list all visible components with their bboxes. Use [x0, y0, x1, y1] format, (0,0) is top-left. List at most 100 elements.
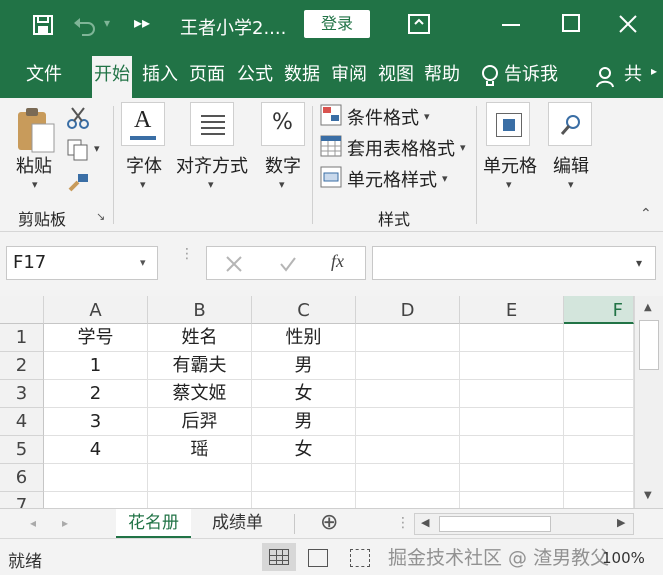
tab-home[interactable]: 开始 — [92, 56, 132, 98]
vertical-scrollbar[interactable]: ▲ ▼ — [634, 296, 663, 508]
cell-b7[interactable] — [148, 492, 252, 508]
cell-e4[interactable] — [460, 408, 564, 436]
tab-insert[interactable]: 插入 — [142, 62, 178, 98]
page-layout-view-icon[interactable] — [308, 549, 328, 567]
cell-e5[interactable] — [460, 436, 564, 464]
select-all-corner[interactable] — [0, 296, 44, 324]
row-header-1[interactable]: 1 — [0, 324, 44, 352]
cell-e6[interactable] — [460, 464, 564, 492]
insert-function-icon[interactable]: fx — [331, 251, 344, 272]
cell-a2[interactable]: 1 — [44, 352, 148, 380]
cell-b6[interactable] — [148, 464, 252, 492]
cells-dropdown-icon[interactable]: ▾ — [506, 178, 512, 191]
column-header-d[interactable]: D — [356, 296, 460, 324]
cell-b5[interactable]: 瑶 — [148, 436, 252, 464]
paste-dropdown-icon[interactable]: ▾ — [32, 178, 38, 191]
editing-group-label[interactable]: 编辑 — [553, 152, 589, 178]
name-box[interactable]: F17 — [6, 246, 158, 280]
confirm-entry-icon[interactable] — [279, 255, 297, 273]
scroll-right-icon[interactable]: ▶ — [617, 516, 625, 529]
cell-f3[interactable] — [564, 380, 634, 408]
cell-a7[interactable] — [44, 492, 148, 508]
format-painter-icon[interactable] — [66, 170, 90, 194]
font-group-label[interactable]: 字体 — [126, 152, 162, 178]
tab-file[interactable]: 文件 — [26, 62, 62, 98]
cell-f1[interactable] — [564, 324, 634, 352]
row-header-3[interactable]: 3 — [0, 380, 44, 408]
editing-dropdown-icon[interactable]: ▾ — [568, 178, 574, 191]
scroll-up-icon[interactable]: ▲ — [644, 302, 652, 313]
conditional-format-button[interactable]: 条件格式 — [347, 104, 419, 130]
share-button[interactable]: 共 — [624, 62, 642, 98]
cell-b4[interactable]: 后羿 — [148, 408, 252, 436]
normal-view-icon[interactable] — [262, 543, 296, 571]
tell-me-search[interactable]: 告诉我 — [504, 62, 558, 98]
undo-dropdown-icon[interactable]: ▾ — [104, 16, 110, 30]
cell-c3[interactable]: 女 — [252, 380, 356, 408]
page-break-view-icon[interactable] — [350, 549, 370, 567]
font-icon[interactable]: A — [121, 102, 165, 146]
login-button[interactable]: 登录 — [304, 10, 370, 38]
cell-c2[interactable]: 男 — [252, 352, 356, 380]
minimize-icon[interactable] — [502, 24, 520, 26]
cell-a1[interactable]: 学号 — [44, 324, 148, 352]
vertical-scroll-thumb[interactable] — [639, 320, 659, 370]
cell-f6[interactable] — [564, 464, 634, 492]
cell-a4[interactable]: 3 — [44, 408, 148, 436]
cell-d2[interactable] — [356, 352, 460, 380]
cut-icon[interactable] — [66, 106, 90, 130]
cell-styles-icon[interactable] — [320, 166, 342, 188]
paste-label[interactable]: 粘贴 — [16, 152, 52, 178]
cell-c6[interactable] — [252, 464, 356, 492]
cell-f5[interactable] — [564, 436, 634, 464]
row-header-4[interactable]: 4 — [0, 408, 44, 436]
copy-dropdown-icon[interactable]: ▾ — [94, 142, 100, 155]
close-icon[interactable] — [618, 14, 638, 34]
cell-b1[interactable]: 姓名 — [148, 324, 252, 352]
cell-c1[interactable]: 性别 — [252, 324, 356, 352]
cell-c5[interactable]: 女 — [252, 436, 356, 464]
column-header-b[interactable]: B — [148, 296, 252, 324]
cell-c4[interactable]: 男 — [252, 408, 356, 436]
cell-e7[interactable] — [460, 492, 564, 508]
cell-d5[interactable] — [356, 436, 460, 464]
conditional-format-dropdown-icon[interactable]: ▾ — [424, 110, 430, 123]
alignment-group-label[interactable]: 对齐方式 — [176, 152, 248, 178]
cell-d4[interactable] — [356, 408, 460, 436]
cell-f7[interactable] — [564, 492, 634, 508]
cell-f4[interactable] — [564, 408, 634, 436]
row-header-6[interactable]: 6 — [0, 464, 44, 492]
cell-e2[interactable] — [460, 352, 564, 380]
cell-b3[interactable]: 蔡文姬 — [148, 380, 252, 408]
ribbon-options-icon[interactable]: ▸ — [647, 64, 661, 78]
cell-b2[interactable]: 有霸夫 — [148, 352, 252, 380]
cell-a6[interactable] — [44, 464, 148, 492]
row-header-2[interactable]: 2 — [0, 352, 44, 380]
tab-data[interactable]: 数据 — [284, 62, 320, 98]
save-icon[interactable] — [32, 14, 54, 36]
conditional-format-icon[interactable] — [320, 104, 342, 126]
column-header-a[interactable]: A — [44, 296, 148, 324]
tab-help[interactable]: 帮助 — [424, 62, 460, 98]
number-group-label[interactable]: 数字 — [265, 152, 301, 178]
paste-icon[interactable] — [14, 106, 56, 154]
cell-d6[interactable] — [356, 464, 460, 492]
column-header-c[interactable]: C — [252, 296, 356, 324]
share-person-icon[interactable] — [596, 66, 618, 88]
cell-a5[interactable]: 4 — [44, 436, 148, 464]
alignment-icon[interactable] — [190, 102, 234, 146]
cell-d7[interactable] — [356, 492, 460, 508]
alignment-dropdown-icon[interactable]: ▾ — [208, 178, 214, 191]
cells-group-label[interactable]: 单元格 — [483, 152, 537, 178]
percent-icon[interactable]: % — [261, 102, 305, 146]
zoom-level[interactable]: 100% — [602, 549, 645, 567]
sheet-nav-prev-icon[interactable]: ◂ — [30, 516, 36, 530]
tab-split-grip-icon[interactable]: ⋮ — [396, 515, 410, 531]
cell-f2[interactable] — [564, 352, 634, 380]
cell-e1[interactable] — [460, 324, 564, 352]
ribbon-display-icon[interactable] — [408, 14, 430, 34]
horizontal-scroll-thumb[interactable] — [439, 516, 551, 532]
undo-icon[interactable] — [72, 14, 98, 36]
cells-icon[interactable] — [486, 102, 530, 146]
scroll-left-icon[interactable]: ◀ — [421, 516, 429, 529]
